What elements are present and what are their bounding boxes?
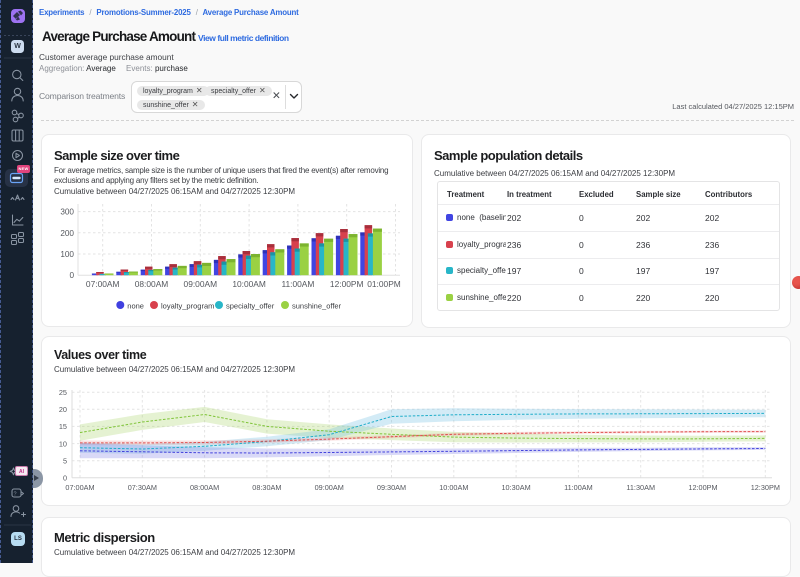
svg-text:12:30PM: 12:30PM (751, 483, 780, 492)
svg-text:12:00PM: 12:00PM (330, 279, 364, 289)
svg-text:0: 0 (69, 271, 74, 280)
svg-text:08:00AM: 08:00AM (190, 483, 219, 492)
svg-text:07:00AM: 07:00AM (86, 279, 120, 289)
svg-text:specialty_offer: specialty_offer (226, 302, 275, 311)
svg-text:01:00PM: 01:00PM (367, 279, 401, 289)
svg-text:10:00AM: 10:00AM (439, 483, 468, 492)
svg-text:10: 10 (59, 439, 67, 448)
svg-text:11:00AM: 11:00AM (564, 483, 593, 492)
svg-text:sunshine_offer: sunshine_offer (292, 302, 342, 311)
svg-text:10:30AM: 10:30AM (501, 483, 530, 492)
svg-text:09:00AM: 09:00AM (184, 279, 218, 289)
svg-text:08:00AM: 08:00AM (135, 279, 169, 289)
svg-text:200: 200 (60, 229, 74, 238)
svg-text:5: 5 (63, 457, 67, 466)
svg-text:11:30AM: 11:30AM (626, 483, 655, 492)
svg-text:10:00AM: 10:00AM (232, 279, 266, 289)
svg-text:09:00AM: 09:00AM (315, 483, 344, 492)
svg-text:12:00PM: 12:00PM (688, 483, 717, 492)
svg-text:25: 25 (59, 388, 67, 397)
svg-text:none: none (127, 302, 144, 311)
svg-text:09:30AM: 09:30AM (377, 483, 406, 492)
svg-text:11:00AM: 11:00AM (281, 279, 314, 289)
svg-text:0: 0 (63, 474, 67, 483)
svg-text:300: 300 (60, 208, 74, 217)
svg-text:15: 15 (59, 422, 67, 431)
svg-text:100: 100 (60, 250, 74, 259)
svg-text:08:30AM: 08:30AM (252, 483, 281, 492)
svg-text:07:30AM: 07:30AM (128, 483, 157, 492)
svg-text:20: 20 (59, 405, 67, 414)
svg-text:07:00AM: 07:00AM (65, 483, 94, 492)
svg-text:loyalty_program: loyalty_program (161, 302, 214, 311)
